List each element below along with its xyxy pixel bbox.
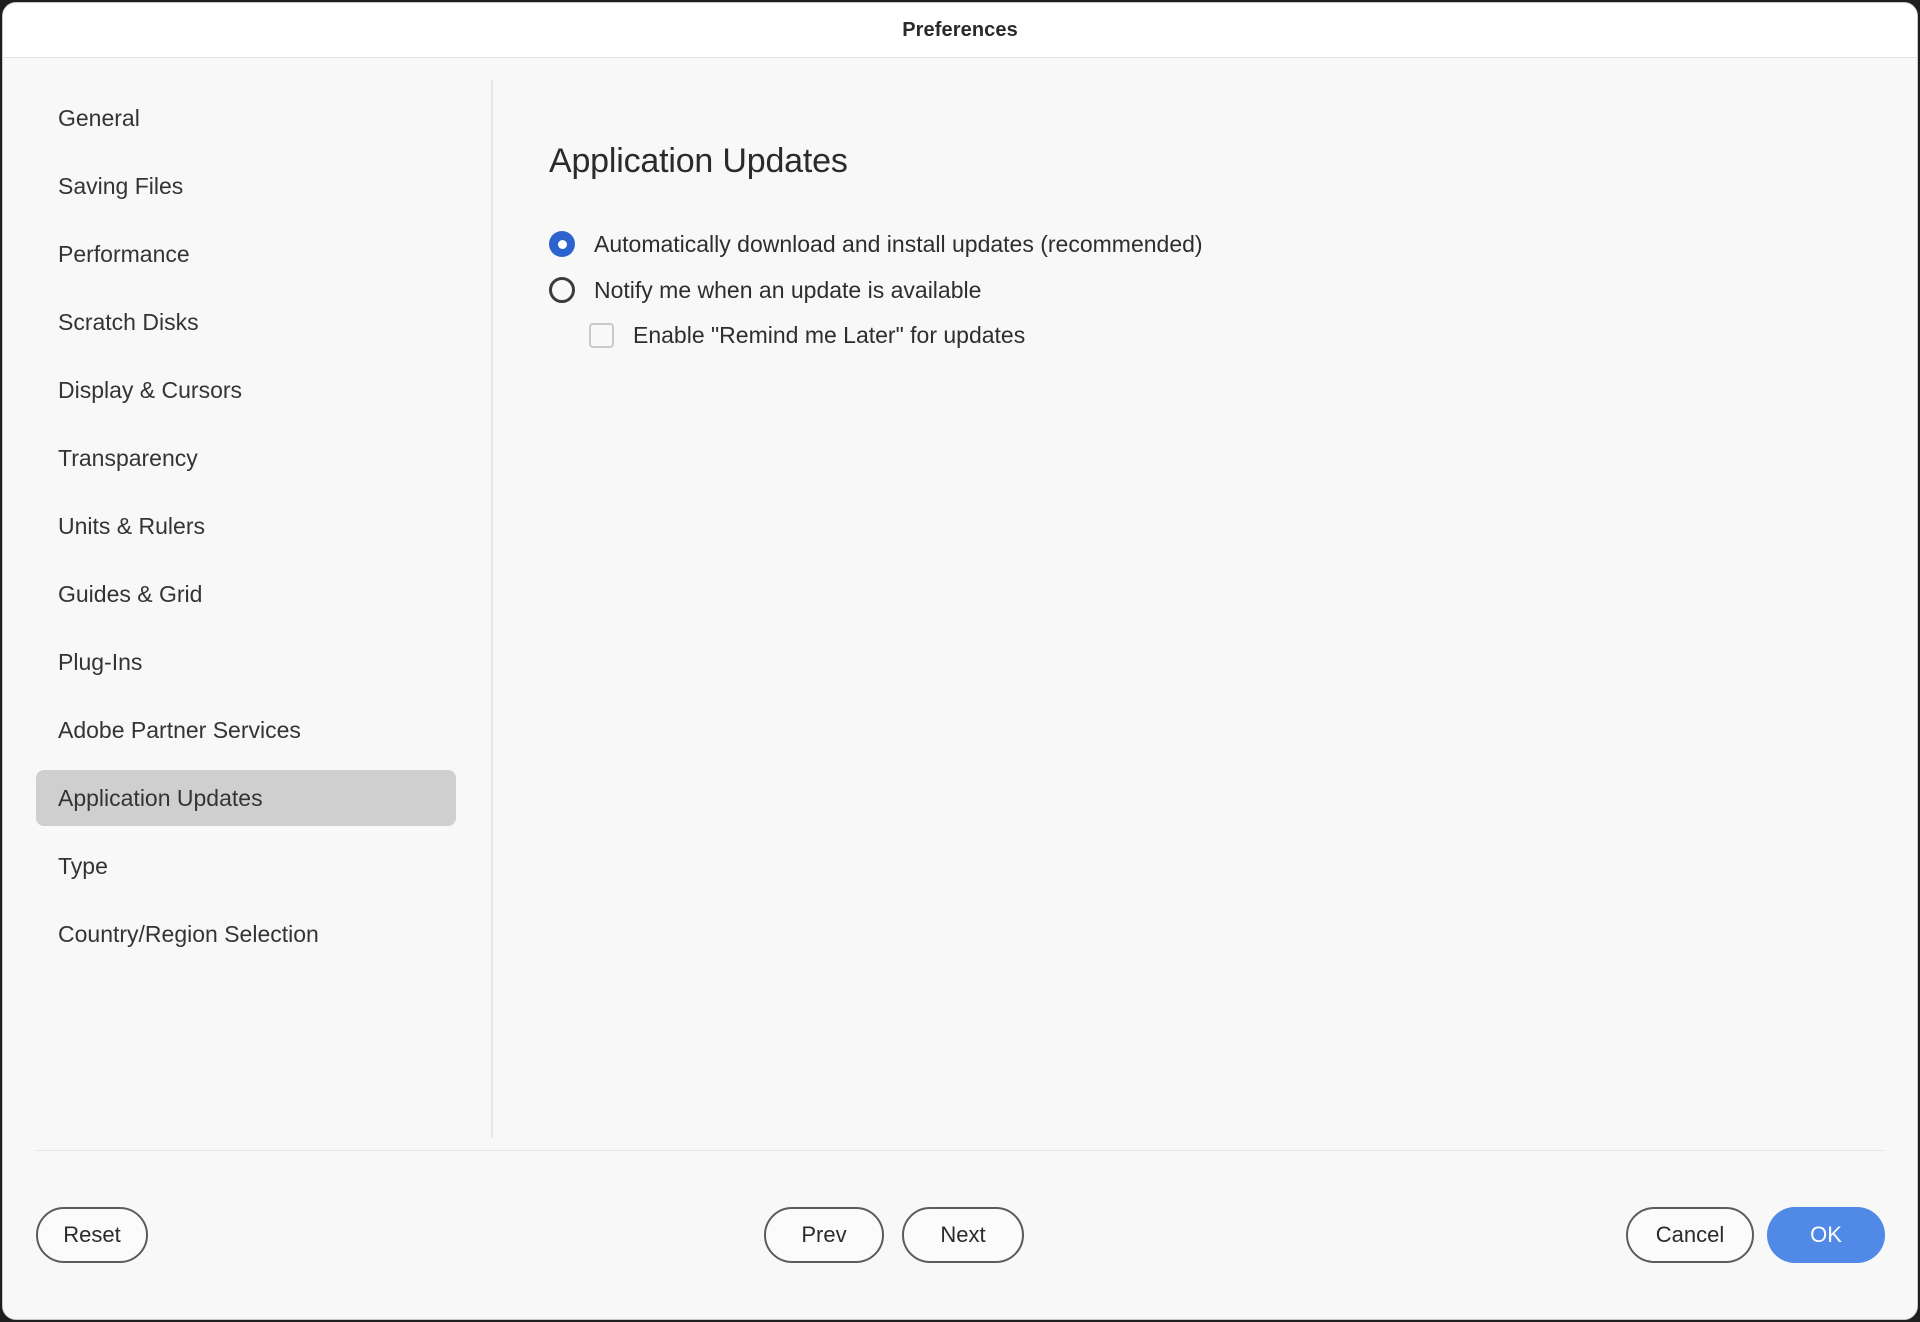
- sidebar-item-transparency[interactable]: Transparency: [36, 430, 456, 486]
- sidebar-item-label: General: [58, 104, 140, 131]
- sidebar-list: General Saving Files Performance Scratch Di…: [3, 90, 492, 962]
- sidebar-item-saving-files[interactable]: Saving Files: [36, 158, 456, 214]
- sidebar-item-adobe-partner-services[interactable]: Adobe Partner Services: [36, 702, 456, 758]
- preferences-content-panel: Application Updates Automatically downlo…: [492, 58, 1917, 1150]
- sidebar-item-label: Plug-Ins: [58, 648, 143, 675]
- sidebar-item-label: Display & Cursors: [58, 376, 243, 403]
- preferences-dialog: Preferences General Saving Files Performan…: [2, 2, 1918, 1320]
- sidebar-item-application-updates[interactable]: Application Updates: [36, 770, 456, 826]
- dialog-titlebar: Preferences: [3, 3, 1917, 58]
- sidebar-item-country-region-selection[interactable]: Country/Region Selection: [36, 906, 456, 962]
- sidebar-item-display-cursors[interactable]: Display & Cursors: [36, 362, 456, 418]
- radio-dot-icon: [557, 239, 567, 249]
- sidebar-item-units-rulers[interactable]: Units & Rulers: [36, 498, 456, 554]
- sidebar-item-plug-ins[interactable]: Plug-Ins: [36, 634, 456, 690]
- cancel-button[interactable]: Cancel: [1626, 1207, 1754, 1263]
- radio-row[interactable]: Notify me when an update is available: [549, 277, 1917, 303]
- radio-row[interactable]: Automatically download and install updat…: [549, 231, 1917, 257]
- reset-button[interactable]: Reset: [36, 1207, 148, 1263]
- next-button[interactable]: Next: [902, 1207, 1024, 1263]
- sidebar-item-label: Transparency: [58, 444, 198, 471]
- radio-label: Notify me when an update is available: [594, 276, 982, 303]
- sidebar-item-label: Units & Rulers: [58, 512, 205, 539]
- sidebar-item-label: Country/Region Selection: [58, 920, 319, 947]
- radio-selected-icon[interactable]: [549, 231, 575, 257]
- sidebar-item-label: Performance: [58, 240, 190, 267]
- checkbox-label: Enable "Remind me Later" for updates: [633, 322, 1026, 348]
- sidebar-item-performance[interactable]: Performance: [36, 226, 456, 282]
- sidebar-item-type[interactable]: Type: [36, 838, 456, 894]
- radio-label: Automatically download and install updat…: [594, 230, 1203, 257]
- dialog-footer: Reset Prev Next Cancel OK: [3, 1151, 1917, 1319]
- checkbox-unchecked-icon[interactable]: [589, 323, 614, 348]
- sidebar-item-label: Adobe Partner Services: [58, 716, 301, 743]
- sidebar-item-guides-grid[interactable]: Guides & Grid: [36, 566, 456, 622]
- preferences-category-sidebar: General Saving Files Performance Scratch Di…: [3, 58, 493, 1150]
- sidebar-item-label: Guides & Grid: [58, 580, 203, 607]
- dialog-body: General Saving Files Performance Scratch Di…: [3, 58, 1917, 1150]
- dialog-title: Preferences: [902, 18, 1018, 41]
- prev-button[interactable]: Prev: [764, 1207, 884, 1263]
- sidebar-item-general[interactable]: General: [36, 90, 456, 146]
- radio-unselected-icon[interactable]: [549, 277, 575, 303]
- sidebar-item-label: Scratch Disks: [58, 308, 199, 335]
- options-group: Automatically download and install updat…: [549, 231, 1917, 348]
- sidebar-item-scratch-disks[interactable]: Scratch Disks: [36, 294, 456, 350]
- sidebar-item-label: Type: [58, 852, 108, 879]
- sidebar-item-label: Saving Files: [58, 172, 184, 199]
- sidebar-divider: [491, 80, 493, 1138]
- ok-button[interactable]: OK: [1767, 1207, 1885, 1263]
- sidebar-item-label: Application Updates: [58, 784, 263, 811]
- panel-title: Application Updates: [549, 142, 848, 180]
- checkbox-row[interactable]: Enable "Remind me Later" for updates: [589, 323, 1917, 348]
